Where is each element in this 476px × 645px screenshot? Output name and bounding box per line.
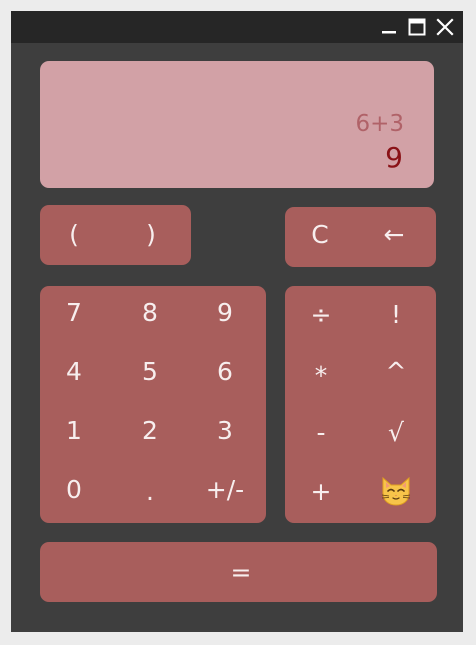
decimal-button[interactable]: . <box>130 473 170 509</box>
digit-6-button[interactable]: 6 <box>205 353 245 389</box>
digit-9-button[interactable]: 9 <box>205 294 245 330</box>
calculator-window: 6+3 9 ( ) C ← 7 8 9 4 5 6 1 2 3 0 . +/- … <box>11 11 463 632</box>
number-pad: 7 8 9 4 5 6 1 2 3 0 . +/- <box>40 286 266 523</box>
digit-0-button[interactable]: 0 <box>54 471 94 507</box>
sqrt-button[interactable]: √ <box>376 414 416 450</box>
calculator-display: 6+3 9 <box>40 61 434 188</box>
clear-panel: C ← <box>285 207 436 267</box>
digit-2-button[interactable]: 2 <box>130 412 170 448</box>
close-paren-button[interactable]: ) <box>131 216 171 252</box>
digit-3-button[interactable]: 3 <box>205 412 245 448</box>
parentheses-panel: ( ) <box>40 205 191 265</box>
expression-text: 6+3 <box>355 111 404 137</box>
digit-7-button[interactable]: 7 <box>54 294 94 330</box>
plus-button[interactable]: + <box>301 473 341 509</box>
open-paren-button[interactable]: ( <box>54 216 94 252</box>
cat-face-icon <box>381 476 411 506</box>
close-icon[interactable] <box>435 17 455 37</box>
equals-button[interactable]: = <box>221 554 261 590</box>
maximize-icon[interactable] <box>407 17 427 37</box>
cat-button[interactable] <box>376 473 416 509</box>
minus-button[interactable]: - <box>301 414 341 450</box>
multiply-button[interactable]: * <box>301 357 341 393</box>
digit-1-button[interactable]: 1 <box>54 412 94 448</box>
equals-panel: = <box>40 542 437 602</box>
factorial-button[interactable]: ! <box>376 296 416 332</box>
power-button[interactable]: ^ <box>376 353 416 389</box>
result-text: 9 <box>385 141 403 174</box>
digit-4-button[interactable]: 4 <box>54 353 94 389</box>
operator-pad: ÷ ! * ^ - √ + <box>285 286 436 523</box>
digit-8-button[interactable]: 8 <box>130 294 170 330</box>
title-bar <box>11 11 463 43</box>
clear-button[interactable]: C <box>300 216 340 252</box>
divide-button[interactable]: ÷ <box>301 296 341 332</box>
negate-button[interactable]: +/- <box>200 471 250 507</box>
digit-5-button[interactable]: 5 <box>130 353 170 389</box>
backspace-button[interactable]: ← <box>374 216 414 252</box>
minimize-icon[interactable] <box>379 17 399 37</box>
